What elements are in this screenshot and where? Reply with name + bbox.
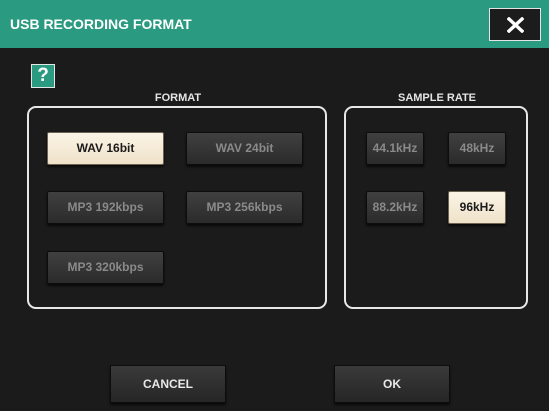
sample-rate-option-label: 48kHz <box>459 141 495 155</box>
format-option-label: WAV 16bit <box>76 141 135 155</box>
sample-rate-44-1khz-button[interactable]: 44.1kHz <box>366 132 424 165</box>
format-option-label: MP3 320kbps <box>67 260 144 274</box>
close-button[interactable] <box>489 8 541 41</box>
ok-button[interactable]: OK <box>334 365 450 403</box>
title-bar: USB RECORDING FORMAT <box>0 0 549 48</box>
cancel-button[interactable]: CANCEL <box>110 365 226 403</box>
sample-rate-option-label: 44.1kHz <box>372 141 418 155</box>
format-label: FORMAT <box>154 92 202 104</box>
sample-rate-option-label: 88.2kHz <box>372 200 418 214</box>
sample-rate-96khz-button[interactable]: 96kHz <box>448 191 506 224</box>
cancel-button-label: CANCEL <box>143 377 193 391</box>
sample-rate-label: SAMPLE RATE <box>397 92 477 104</box>
format-mp3-192kbps-button[interactable]: MP3 192kbps <box>47 191 164 224</box>
dialog-title: USB RECORDING FORMAT <box>10 16 192 32</box>
format-option-label: WAV 24bit <box>215 141 274 155</box>
sample-rate-48khz-button[interactable]: 48kHz <box>448 132 506 165</box>
format-option-label: MP3 256kbps <box>206 200 283 214</box>
help-button[interactable]: ? <box>31 64 55 88</box>
format-option-label: MP3 192kbps <box>67 200 144 214</box>
format-mp3-320kbps-button[interactable]: MP3 320kbps <box>47 251 164 284</box>
format-wav-16bit-button[interactable]: WAV 16bit <box>47 132 164 165</box>
help-icon: ? <box>37 65 49 86</box>
format-mp3-256kbps-button[interactable]: MP3 256kbps <box>186 191 303 224</box>
sample-rate-88-2khz-button[interactable]: 88.2kHz <box>366 191 424 224</box>
ok-button-label: OK <box>383 377 401 391</box>
close-icon <box>507 17 524 33</box>
format-wav-24bit-button[interactable]: WAV 24bit <box>186 132 303 165</box>
sample-rate-option-label: 96kHz <box>459 200 495 214</box>
